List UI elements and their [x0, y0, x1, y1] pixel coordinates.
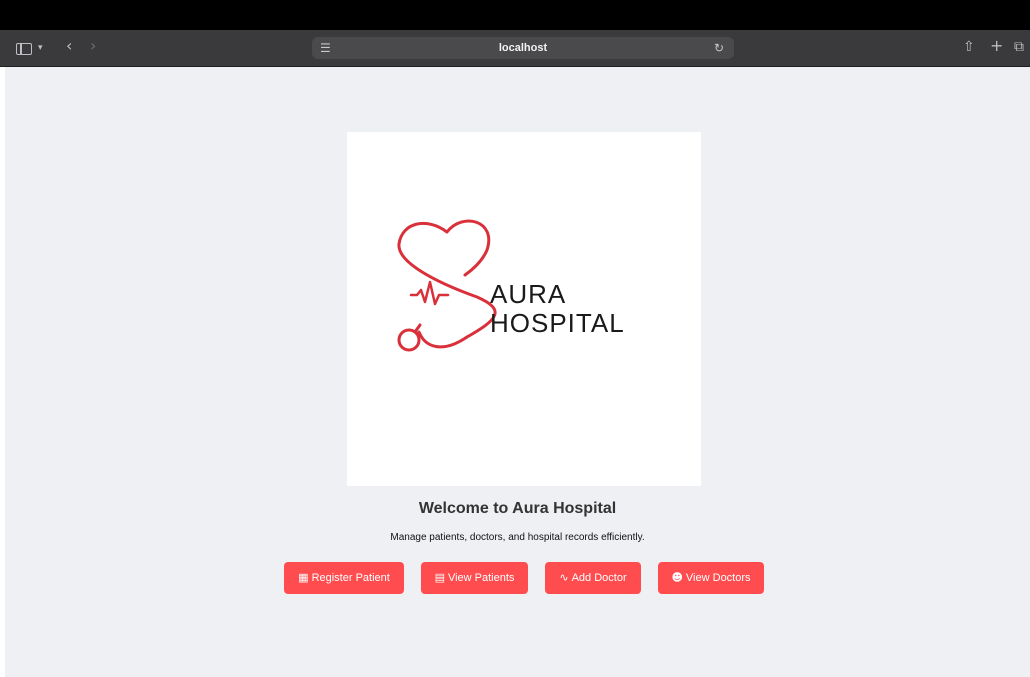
view-patients-label: View Patients — [447, 572, 515, 584]
forward-arrow-icon[interactable]: › — [90, 37, 96, 55]
page-content: AURA HOSPITAL Welcome to Aura Hospital M… — [5, 67, 1030, 677]
plus-icon[interactable]: + — [990, 37, 1003, 55]
logo-line-1: AURA — [490, 279, 567, 309]
reload-icon[interactable]: ↻ — [714, 40, 724, 56]
register-patient-label: Register Patient — [311, 572, 390, 584]
hospital-logo: AURA HOSPITAL — [347, 132, 701, 486]
share-icon[interactable]: ⇧ — [963, 38, 975, 56]
logo-line-2: HOSPITAL — [490, 308, 625, 338]
view-doctors-button[interactable]: ☻ View Doctors — [658, 562, 764, 594]
tabs-overview-icon[interactable]: ⧉ — [1014, 38, 1024, 56]
add-doctor-label: Add Doctor — [571, 572, 627, 584]
stethoscope-icon: ∿ — [559, 571, 569, 584]
address-bar[interactable]: ☰ localhost ↻ — [312, 37, 734, 59]
register-patient-button[interactable]: ▦ Register Patient — [284, 562, 404, 594]
sidebar-toggle-icon[interactable] — [16, 43, 32, 55]
view-doctors-label: View Doctors — [685, 572, 751, 584]
view-patients-button[interactable]: ▤ View Patients — [421, 562, 528, 594]
chevron-down-icon[interactable]: ▾ — [38, 39, 43, 57]
window-top-bar — [0, 0, 1030, 30]
logo-text: AURA HOSPITAL — [490, 280, 625, 338]
browser-window: ▾ ‹ › ☰ localhost ↻ ⇧ + ⧉ AURA HOSPITAL — [0, 0, 1030, 677]
doctor-icon: ☻ — [671, 571, 683, 584]
address-text[interactable]: localhost — [312, 37, 734, 59]
browser-toolbar: ▾ ‹ › ☰ localhost ↻ ⇧ + ⧉ — [0, 30, 1030, 67]
welcome-title: Welcome to Aura Hospital — [418, 500, 617, 517]
subtitle: Manage patients, doctors, and hospital r… — [390, 532, 645, 543]
register-icon: ▦ — [298, 571, 309, 584]
add-doctor-button[interactable]: ∿ Add Doctor — [545, 562, 641, 594]
document-icon: ▤ — [434, 571, 445, 584]
back-arrow-icon[interactable]: ‹ — [66, 37, 72, 55]
